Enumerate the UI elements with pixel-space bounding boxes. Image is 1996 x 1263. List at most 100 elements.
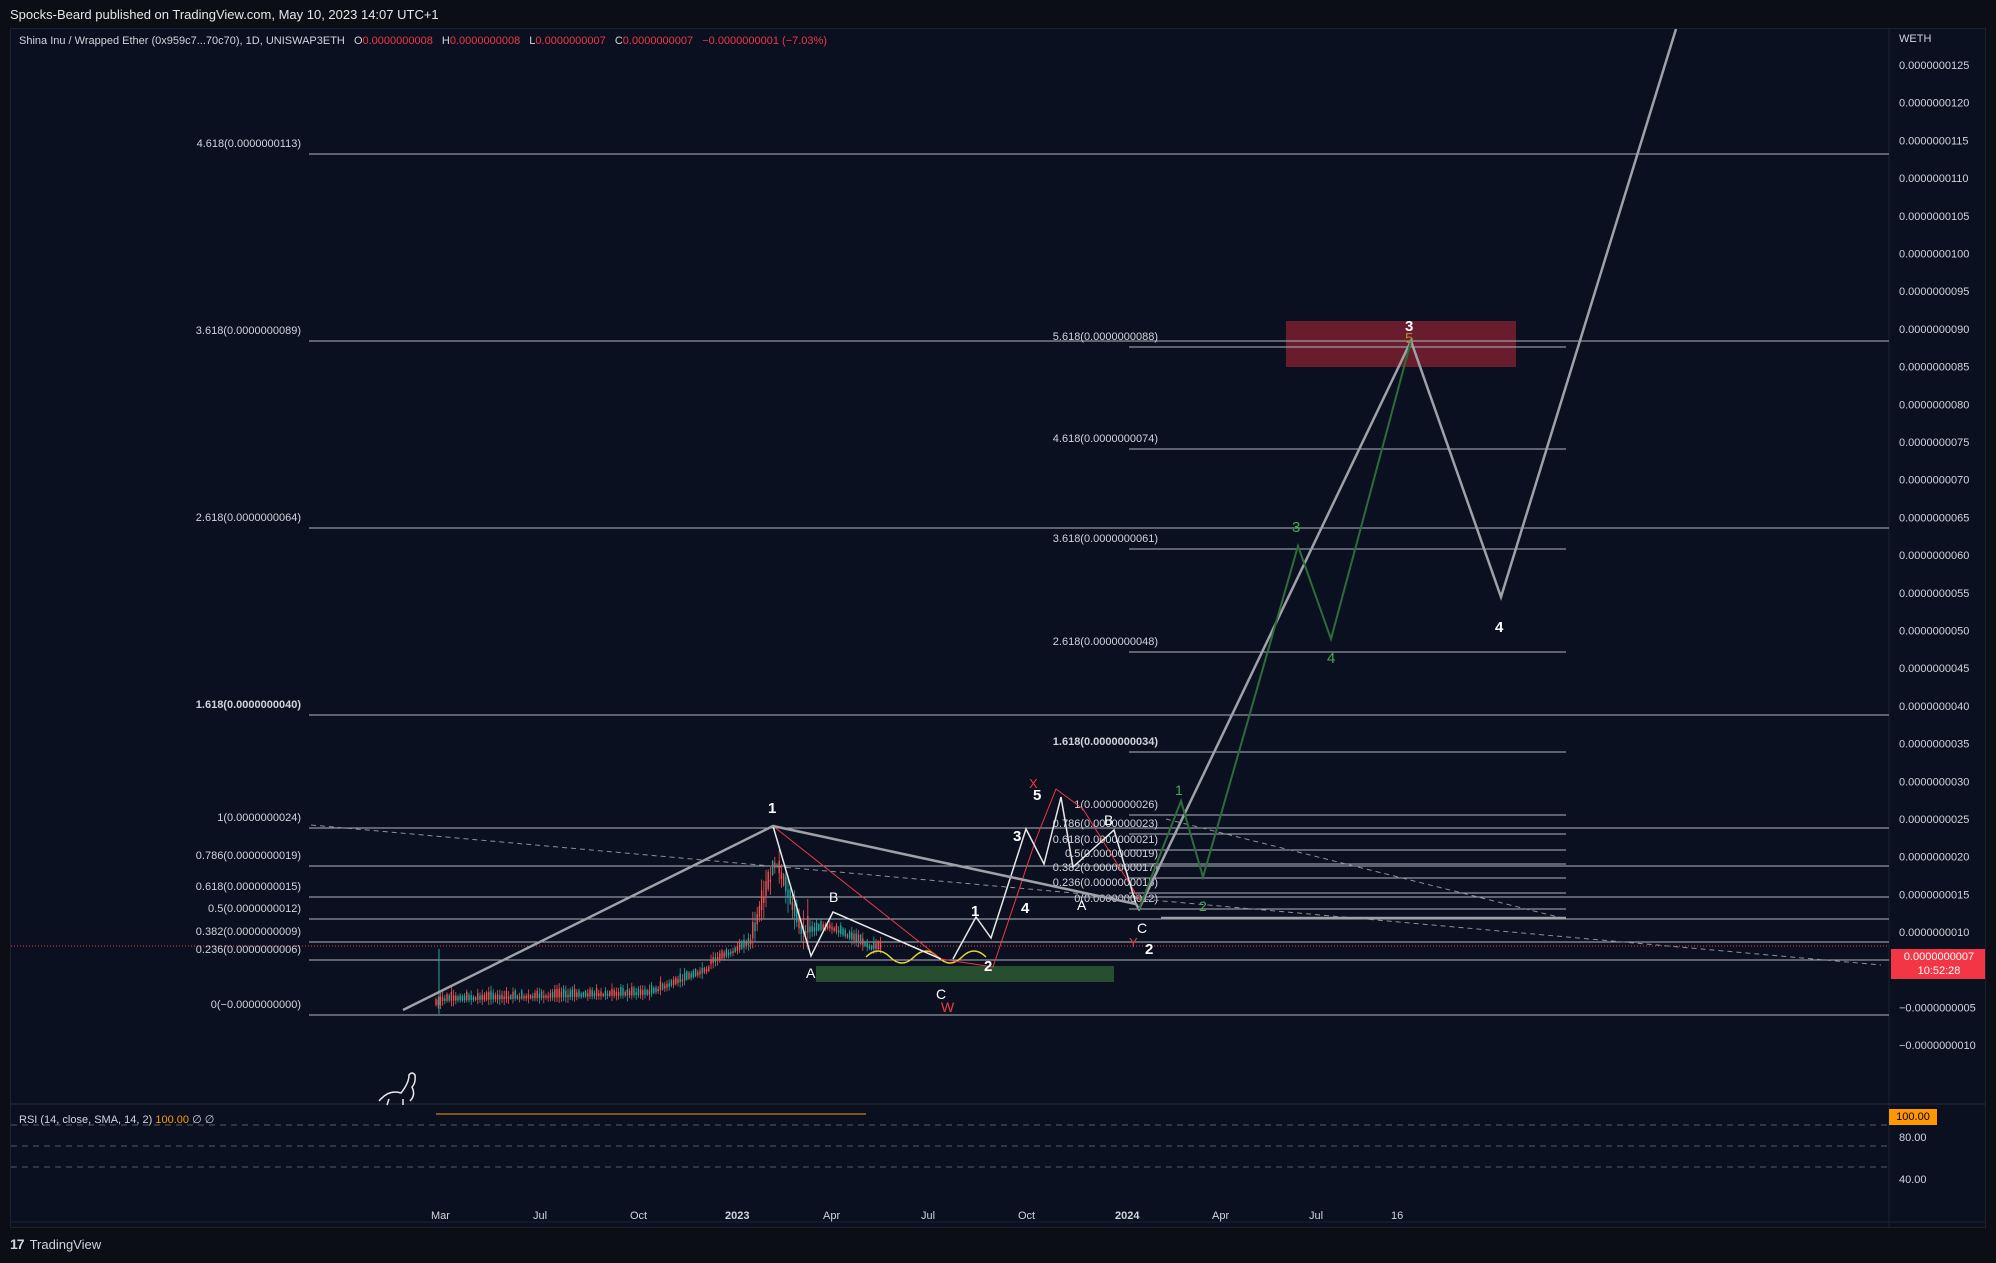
price-tick: 0.0000000085: [1899, 362, 1969, 374]
candle-body: [551, 991, 554, 998]
candle-body: [474, 997, 477, 1000]
candle-body: [584, 991, 587, 997]
rsi-legend: RSI (14, close, SMA, 14, 2) 100.00 ∅ ∅: [19, 1113, 214, 1126]
candle-body: [569, 990, 571, 998]
candle-body: [457, 996, 459, 1001]
fib-level-label: 2.618(0.0000000064): [196, 512, 301, 524]
candle-body: [624, 992, 626, 996]
candle-body: [752, 921, 754, 939]
candle-body: [587, 993, 589, 997]
wave-label-C2: C: [1137, 920, 1147, 936]
price-tick: 0.0000000080: [1899, 399, 1969, 411]
time-tick: Apr: [823, 1210, 840, 1222]
candle-body: [692, 970, 695, 978]
wave-label-Y: Y: [1129, 935, 1138, 950]
candle-body: [822, 924, 824, 930]
price-tick: 0.0000000125: [1899, 60, 1969, 72]
candle-body: [444, 998, 446, 1001]
candle-body: [595, 988, 598, 997]
symbol-name: Shina Inu / Wrapped Ether (0x959c7...70c…: [19, 35, 345, 47]
candle-body: [637, 988, 640, 996]
price-tick: −0.0000000005: [1899, 1003, 1976, 1015]
candle-body: [829, 924, 831, 929]
candle-body: [472, 997, 475, 1001]
candle-body: [435, 999, 437, 1005]
price-tick: 0.0000000015: [1899, 889, 1969, 901]
candle-body: [668, 983, 670, 987]
candle-body: [721, 950, 723, 959]
candle-body: [538, 993, 541, 999]
wave-label-W: W: [941, 999, 955, 1015]
candle-body: [571, 989, 574, 998]
candle-body: [818, 924, 820, 931]
high-value: 0.0000000008: [449, 35, 521, 47]
time-tick: 2023: [725, 1210, 749, 1222]
candle-body: [837, 930, 840, 933]
candle-body: [716, 956, 719, 961]
price-tick: 0.0000000045: [1899, 663, 1969, 675]
fib-level-label: 1.618(0.0000000034): [1053, 736, 1159, 748]
candle-body: [600, 991, 602, 997]
candle-body: [719, 953, 721, 960]
candle-body: [820, 921, 822, 930]
candle-body: [521, 990, 523, 999]
candle-body: [604, 990, 607, 997]
wave-label-B: B: [829, 889, 838, 905]
candle-body: [483, 994, 486, 1000]
candle-body: [804, 931, 807, 934]
price-tick: 0.0000000055: [1899, 588, 1969, 600]
candle-body: [609, 991, 611, 996]
candle-body: [760, 890, 763, 911]
brand-name[interactable]: TradingView: [30, 1237, 102, 1252]
candle-body: [736, 945, 739, 951]
candle-body: [527, 994, 530, 999]
candle-body: [620, 986, 622, 996]
candle-body: [494, 995, 497, 1000]
candle-body: [712, 957, 714, 963]
candle-body: [622, 987, 624, 996]
candle-body: [441, 996, 444, 1001]
candle-body: [701, 967, 703, 974]
candle-body: [710, 959, 712, 964]
candle-body: [688, 972, 690, 979]
candle-body: [492, 992, 494, 1000]
fib-level-label: 1(0.0000000024): [217, 812, 301, 824]
wave-label-B2: B: [1104, 812, 1113, 828]
candle-body: [562, 988, 565, 998]
price-tick: 0.0000000060: [1899, 550, 1969, 562]
candle-body: [877, 941, 879, 949]
open-label: O: [353, 35, 363, 47]
candle-body: [734, 947, 736, 952]
candle-body: [785, 876, 787, 892]
green-wave-2: 2: [1199, 898, 1207, 914]
time-tick: Jul: [533, 1210, 547, 1222]
candle-body: [646, 990, 648, 995]
wave-label-2b: 2: [984, 958, 992, 975]
candle-body: [468, 994, 470, 1001]
low-value: 0.0000000007: [535, 35, 606, 47]
chart-frame[interactable]: 4.618(0.0000000113) 3.618(0.0000000089) 2.…: [10, 28, 1986, 1228]
candle-body: [815, 923, 818, 931]
candle-body: [864, 942, 866, 946]
candle-body: [747, 938, 750, 946]
candle-body: [461, 996, 464, 1001]
candle-body: [452, 995, 455, 1001]
candle-body: [675, 977, 677, 985]
candle-body: [782, 874, 785, 886]
tradingview-logo-icon[interactable]: 17: [10, 1236, 25, 1252]
candle-body: [554, 989, 556, 998]
candle-body: [529, 995, 532, 999]
chart-canvas[interactable]: 4.618(0.0000000113) 3.618(0.0000000089) 2.…: [11, 29, 1986, 1228]
candle-body: [615, 992, 618, 996]
bar-countdown: 10:52:28: [1917, 965, 1961, 977]
candle-body: [756, 914, 758, 925]
candle-body: [606, 993, 609, 997]
wave-label-3-big: 3: [1405, 318, 1413, 335]
candle-body: [705, 968, 708, 972]
fib-level-label: 4.618(0.0000000113): [197, 138, 301, 150]
candle-body: [853, 933, 855, 941]
candle-body: [842, 928, 844, 935]
candle-body: [776, 864, 778, 867]
price-candles: [435, 850, 882, 1014]
candle-body: [666, 983, 668, 988]
